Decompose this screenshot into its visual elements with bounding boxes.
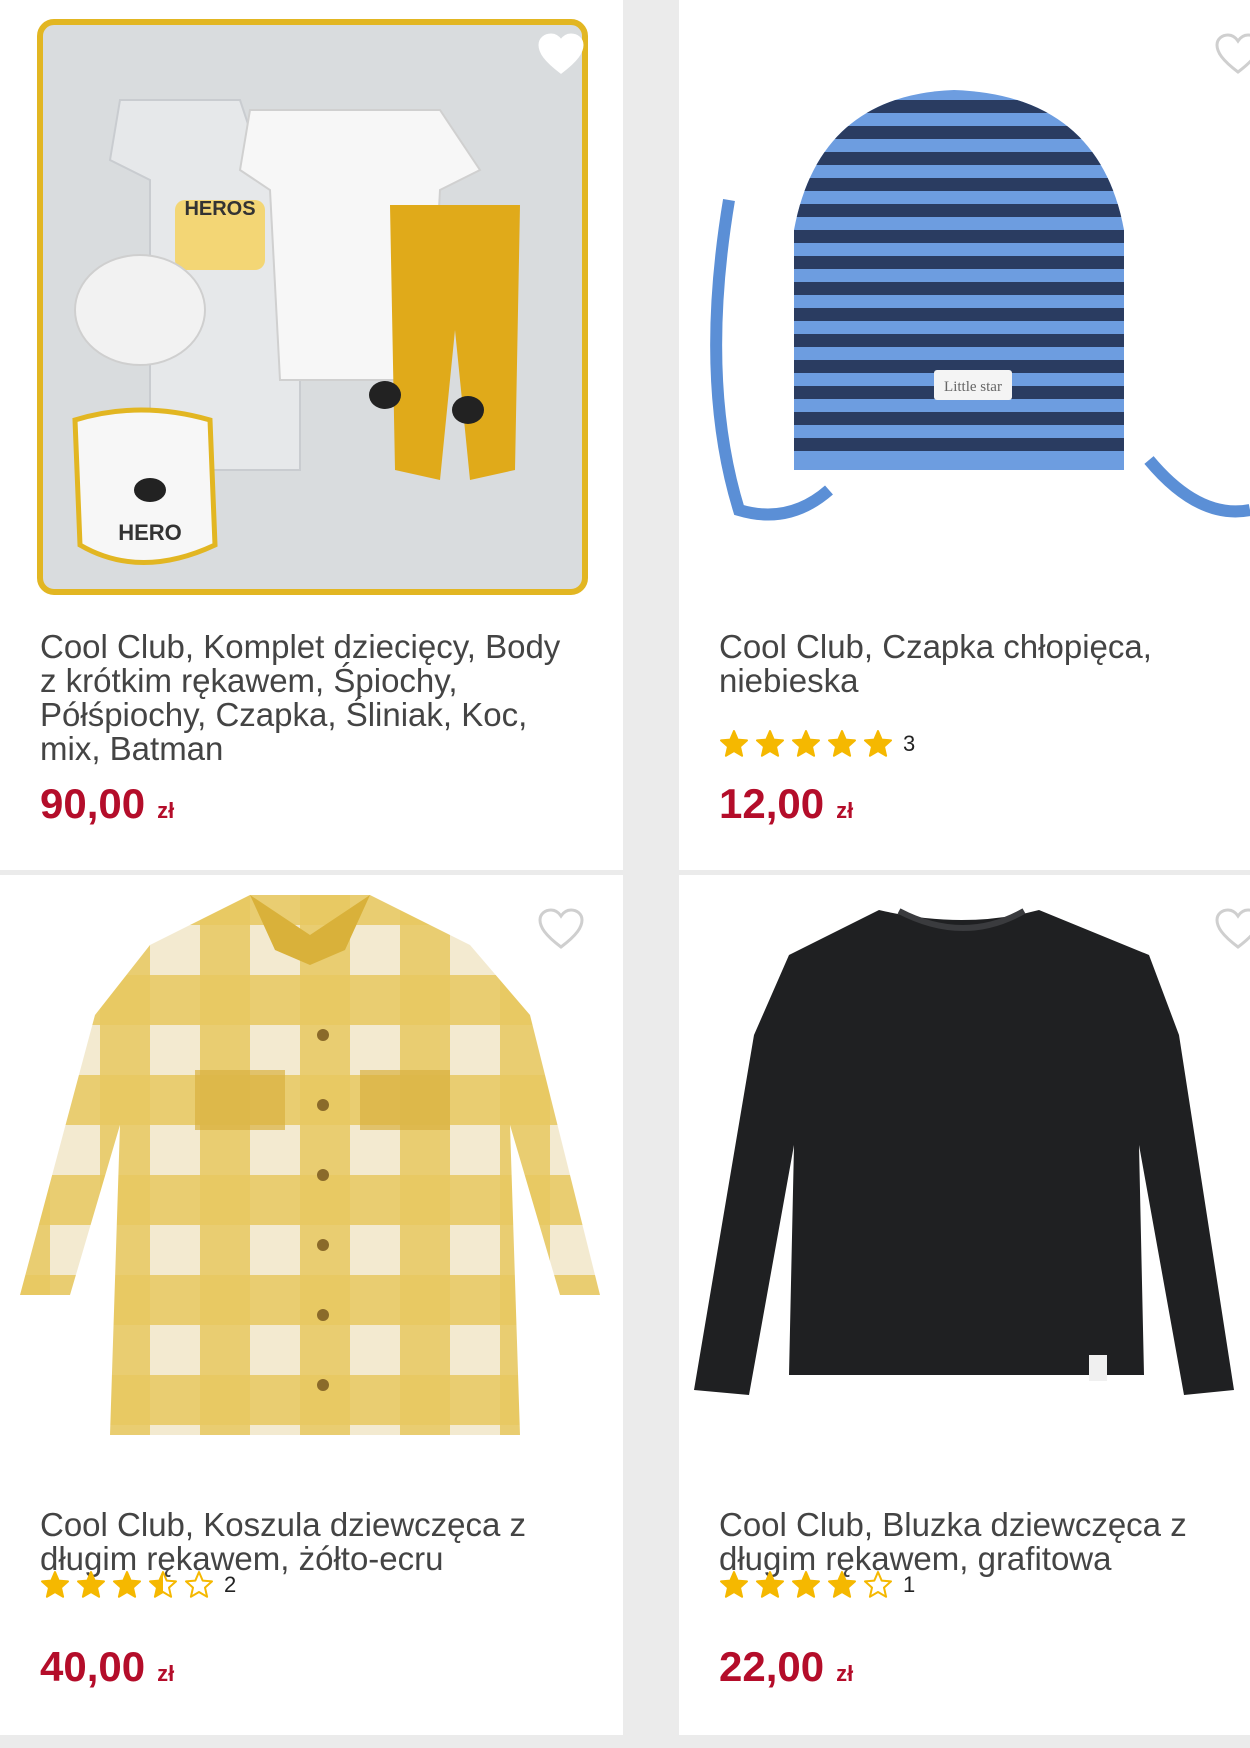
heart-outline-icon[interactable]: [1214, 907, 1250, 951]
star-filled-icon: [791, 729, 821, 759]
rating-count: 2: [224, 1572, 237, 1597]
star-filled-icon: [755, 1570, 785, 1600]
product-image-striped-hat[interactable]: Little star: [679, 0, 1250, 610]
price-currency: zł: [157, 798, 175, 823]
star-empty-icon: [184, 1570, 214, 1600]
star-filled-icon: [827, 1570, 857, 1600]
product-image-longsleeve[interactable]: [679, 875, 1250, 1485]
product-card[interactable]: Cool Club, Bluzka dziewczęca z długim rę…: [679, 875, 1250, 1735]
product-price: 22,00 zł: [719, 1643, 853, 1691]
price-currency: zł: [157, 1661, 175, 1686]
star-filled-icon: [719, 729, 749, 759]
product-image-baby-set[interactable]: HEROS HERO: [0, 0, 623, 610]
price-currency: zł: [836, 1661, 854, 1686]
rating-count: 3: [903, 731, 916, 756]
svg-text:Little star: Little star: [944, 379, 1002, 395]
product-card[interactable]: HEROS HERO Cool Club, Komplet dziecięcy,…: [0, 0, 623, 870]
product-title[interactable]: Cool Club, Czapka chłopięca, niebieska: [719, 630, 1210, 698]
star-filled-icon: [40, 1570, 70, 1600]
product-title[interactable]: Cool Club, Bluzka dziewczęca z długim rę…: [719, 1508, 1210, 1576]
rating-stars: 1: [719, 1569, 915, 1601]
star-filled-icon: [112, 1570, 142, 1600]
product-price: 40,00 zł: [40, 1643, 174, 1691]
price-value: 22,00: [719, 1643, 825, 1690]
product-title[interactable]: Cool Club, Koszula dziewczęca z długim r…: [40, 1508, 583, 1576]
star-filled-icon: [719, 1570, 749, 1600]
product-title[interactable]: Cool Club, Komplet dziecięcy, Body z kró…: [40, 630, 583, 766]
product-price: 90,00 zł: [40, 780, 174, 828]
price-value: 90,00: [40, 780, 146, 827]
product-image-checked-shirt[interactable]: [0, 875, 623, 1485]
svg-text:HEROS: HEROS: [184, 198, 255, 220]
price-value: 12,00: [719, 780, 825, 827]
star-filled-icon: [791, 1570, 821, 1600]
heart-outline-icon[interactable]: [537, 907, 585, 951]
star-half-icon: [148, 1570, 178, 1600]
heart-outline-icon[interactable]: [1214, 32, 1250, 76]
star-empty-icon: [863, 1570, 893, 1600]
star-filled-icon: [863, 729, 893, 759]
rating-count: 1: [903, 1572, 916, 1597]
star-filled-icon: [755, 729, 785, 759]
product-card[interactable]: Little star Cool Club, Czapka chłopięca,…: [679, 0, 1250, 870]
rating-stars: 2: [40, 1569, 236, 1601]
price-value: 40,00: [40, 1643, 146, 1690]
star-filled-icon: [76, 1570, 106, 1600]
star-filled-icon: [827, 729, 857, 759]
svg-text:HERO: HERO: [118, 520, 182, 545]
product-card[interactable]: Cool Club, Koszula dziewczęca z długim r…: [0, 875, 623, 1735]
price-currency: zł: [836, 798, 854, 823]
product-price: 12,00 zł: [719, 780, 853, 828]
rating-stars: 3: [719, 728, 915, 760]
heart-outline-icon[interactable]: [537, 32, 585, 76]
